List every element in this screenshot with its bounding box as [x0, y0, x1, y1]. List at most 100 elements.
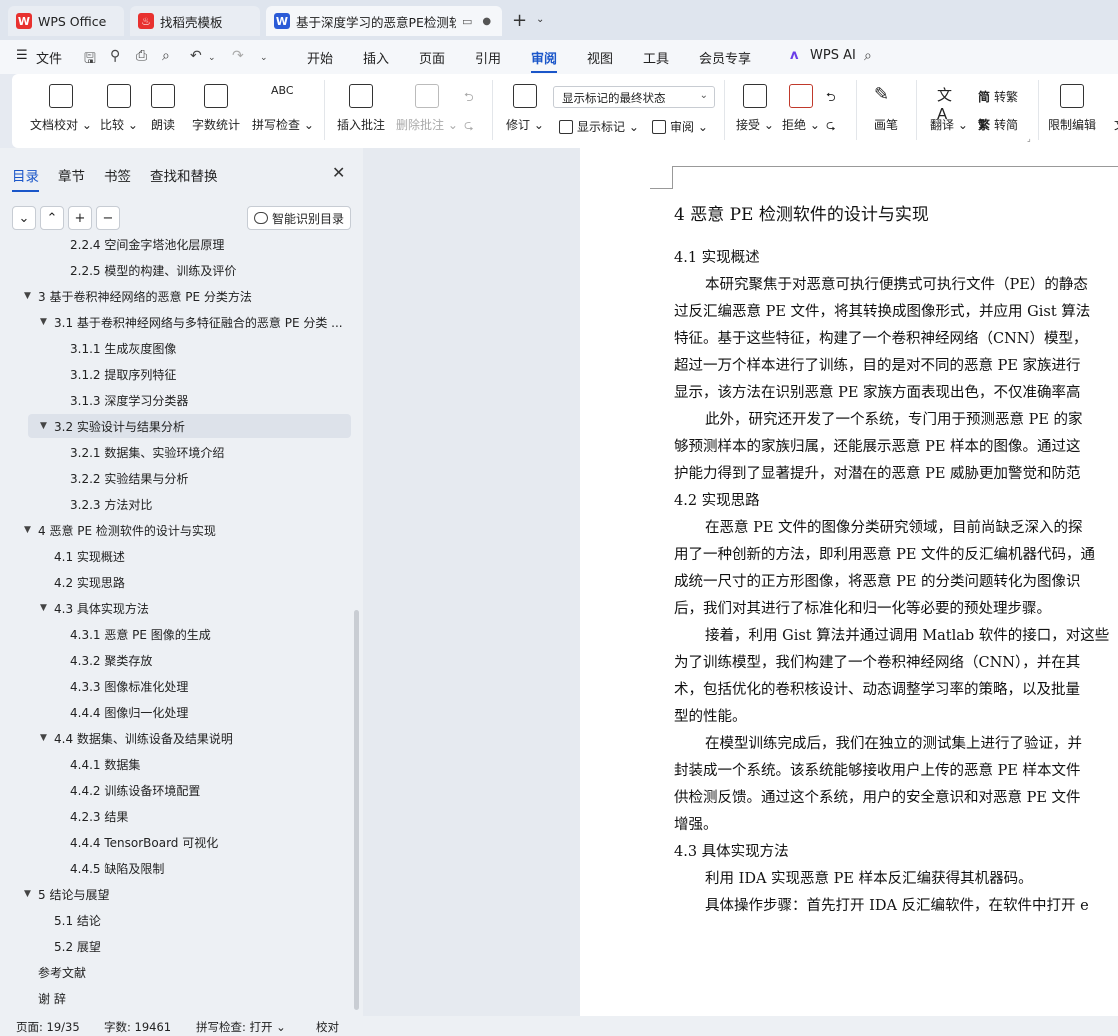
expand-arrow-icon[interactable]: ▼	[24, 525, 31, 535]
delete-comment-button[interactable]: 删除批注 ⌄	[396, 84, 458, 133]
toc-item[interactable]: 3.1.3 深度学习分类器	[0, 388, 352, 412]
menu-page[interactable]: 页面	[419, 48, 445, 67]
toc-item[interactable]: 3.1.2 提取序列特征	[0, 362, 352, 386]
toc-item[interactable]: ▼ 4.4 数据集、训练设备及结果说明	[0, 726, 352, 750]
compare-button[interactable]: 比较 ⌄	[100, 84, 138, 133]
chevron-down-icon[interactable]: ⌄	[536, 14, 544, 25]
toc-scrollbar[interactable]	[354, 610, 359, 1010]
toc-item[interactable]: 5.1 结论	[0, 908, 352, 932]
toc-item[interactable]: ▼ 3.1 基于卷积神经网络与多特征融合的恶意 PE 分类 ...	[0, 310, 352, 334]
menu-review[interactable]: 审阅	[531, 48, 558, 73]
wps-ai-icon[interactable]: ʌ	[790, 48, 798, 63]
remove-heading-icon[interactable]: −	[96, 206, 120, 230]
menu-view[interactable]: 视图	[587, 48, 613, 67]
expand-arrow-icon[interactable]: ▼	[40, 421, 47, 431]
monitor-icon[interactable]: ▭	[462, 15, 472, 28]
show-markup-button[interactable]: 显示标记 ⌄	[559, 118, 639, 135]
toc-item[interactable]: ▼ 3.2 实验设计与结果分析	[28, 414, 351, 438]
page-indicator[interactable]: 页面: 19/35	[16, 1019, 80, 1035]
word-count-button[interactable]: 字数统计	[192, 84, 240, 133]
toc-item[interactable]: 4.3.3 图像标准化处理	[0, 674, 352, 698]
dialog-launcher-icon[interactable]: ⌟	[1027, 134, 1031, 143]
accept-button[interactable]: 接受 ⌄	[736, 84, 774, 133]
unsaved-dot-icon[interactable]: ●	[482, 16, 491, 27]
next-change-icon[interactable]: ⮎	[826, 116, 836, 137]
expand-up-icon[interactable]: ⌃	[40, 206, 64, 230]
add-heading-icon[interactable]: +	[68, 206, 92, 230]
toc-item[interactable]: 5.2 展望	[0, 934, 352, 958]
toc-item[interactable]: ▼ 4 恶意 PE 检测软件的设计与实现	[0, 518, 352, 542]
menu-insert[interactable]: 插入	[363, 48, 389, 67]
toc-item[interactable]: 3.2.3 方法对比	[0, 492, 352, 516]
translate-button[interactable]: 文A 翻译 ⌄	[930, 84, 968, 133]
toc-item[interactable]: 2.2.5 模型的构建、训练及评价	[0, 258, 352, 282]
expand-arrow-icon[interactable]: ▼	[24, 291, 31, 301]
prev-change-icon[interactable]: ⮌	[826, 88, 836, 109]
toc-item[interactable]: 4.4.1 数据集	[0, 752, 352, 776]
toc-item[interactable]: 3.2.1 数据集、实验环境介绍	[0, 440, 352, 464]
pen-button[interactable]: ✎ 画笔	[874, 84, 898, 133]
hamburger-icon[interactable]: ☰	[16, 48, 28, 63]
menu-tools[interactable]: 工具	[643, 48, 669, 67]
toc-item[interactable]: ▼ 4.3 具体实现方法	[0, 596, 352, 620]
toc-item[interactable]: 4.2.3 结果	[0, 804, 352, 828]
document-page[interactable]: 4 恶意 PE 检测软件的设计与实现 4.1 实现概述 本研究聚焦于对恶意可执行便…	[580, 148, 1118, 1016]
toc-item[interactable]: 2.2.4 空间金字塔池化层原理	[0, 238, 352, 256]
doc-proof-button[interactable]: 文档校对 ⌄	[30, 84, 92, 133]
menu-home[interactable]: 开始	[307, 48, 333, 67]
read-aloud-button[interactable]: 朗读	[151, 84, 175, 133]
to-traditional-button[interactable]: 简转繁	[978, 88, 1018, 105]
toc-item[interactable]: ▼ 3 基于卷积神经网络的恶意 PE 分类方法	[0, 284, 352, 308]
tab-daoke-template[interactable]: ♨ 找稻壳模板	[130, 6, 260, 36]
close-icon[interactable]: ✕	[332, 163, 345, 182]
expand-arrow-icon[interactable]: ▼	[40, 317, 47, 327]
review-pane-button[interactable]: 审阅 ⌄	[652, 118, 708, 135]
tab-document[interactable]: W 基于深度学习的恶意PE检测软件 ▭ ●	[266, 6, 502, 36]
toc-item[interactable]: 4.4.2 训练设备环境配置	[0, 778, 352, 802]
insert-comment-button[interactable]: 插入批注	[337, 84, 385, 133]
toc-item[interactable]: 4.3.2 聚类存放	[0, 648, 352, 672]
search-icon[interactable]: ⌕	[864, 48, 872, 64]
toc-item[interactable]: 4.4.4 TensorBoard 可视化	[0, 830, 352, 854]
reject-button[interactable]: 拒绝 ⌄	[782, 84, 820, 133]
link-icon[interactable]: ⚲	[110, 48, 120, 64]
expand-arrow-icon[interactable]: ▼	[24, 889, 31, 899]
toc-item[interactable]: 4.4.4 图像归一化处理	[0, 700, 352, 724]
new-tab-plus-icon[interactable]: +	[512, 10, 527, 31]
toc-item[interactable]: 4.3.1 恶意 PE 图像的生成	[0, 622, 352, 646]
to-simplified-button[interactable]: 繁转简	[978, 116, 1018, 133]
print-icon[interactable]: ⎙	[136, 48, 147, 64]
revise-button[interactable]: 修订 ⌄	[506, 84, 544, 133]
tab-sections[interactable]: 章节	[58, 165, 85, 185]
toc-item[interactable]: 3.1.1 生成灰度图像	[0, 336, 352, 360]
menu-wps-ai[interactable]: WPS AI	[810, 48, 856, 63]
print-preview-icon[interactable]: ⌕	[162, 48, 170, 64]
menu-file[interactable]: 文件	[36, 48, 62, 67]
tab-bookmarks[interactable]: 书签	[104, 165, 131, 185]
word-count-indicator[interactable]: 字数: 19461	[104, 1019, 171, 1035]
more-ribbon-button[interactable]: 文	[1108, 84, 1118, 133]
spell-check-button[interactable]: ABC 拼写检查 ⌄	[252, 84, 314, 133]
smart-toc-button[interactable]: 智能识别目录	[247, 206, 351, 230]
toc-item[interactable]: 3.2.2 实验结果与分析	[0, 466, 352, 490]
toc-item[interactable]: 4.1 实现概述	[0, 544, 352, 568]
expand-arrow-icon[interactable]: ▼	[40, 603, 47, 613]
toc-item[interactable]: 4.2 实现思路	[0, 570, 352, 594]
tab-toc[interactable]: 目录	[12, 165, 39, 192]
chevron-down-icon[interactable]: ⌄	[260, 53, 268, 63]
toc-item[interactable]: 谢 辞	[0, 986, 352, 1010]
next-comment-icon[interactable]: ⮎	[464, 116, 474, 137]
collapse-icon[interactable]: ⌄	[12, 206, 36, 230]
expand-arrow-icon[interactable]: ▼	[40, 733, 47, 743]
redo-icon[interactable]: ↷	[232, 48, 244, 64]
toc-item[interactable]: ▼ 5 结论与展望	[0, 882, 352, 906]
chevron-down-icon[interactable]: ⌄	[208, 53, 216, 63]
prev-comment-icon[interactable]: ⮌	[464, 88, 474, 109]
proof-indicator[interactable]: 校对	[316, 1019, 339, 1035]
markup-state-select[interactable]: 显示标记的最终状态 ⌄	[553, 86, 715, 108]
toc-item[interactable]: 参考文献	[0, 960, 352, 984]
toc-item[interactable]: 4.4.5 缺陷及限制	[0, 856, 352, 880]
save-icon[interactable]: 🖫	[84, 48, 96, 72]
menu-member[interactable]: 会员专享	[699, 48, 751, 67]
tab-wps-office[interactable]: W WPS Office	[8, 6, 124, 36]
